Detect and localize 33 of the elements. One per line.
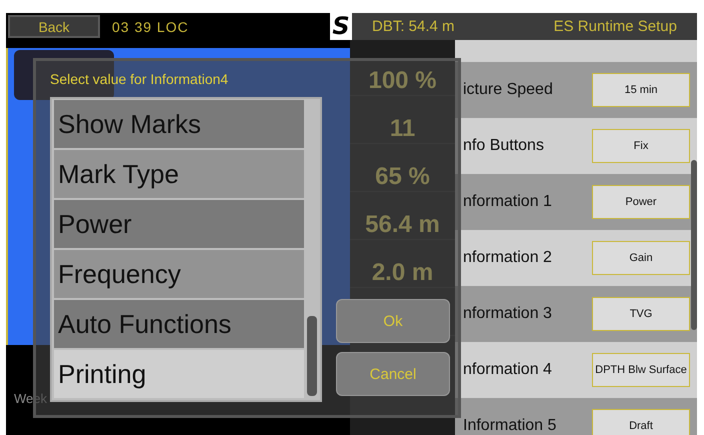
- option-item[interactable]: Printing: [54, 350, 304, 398]
- info-value: 100 %: [368, 67, 437, 95]
- option-item[interactable]: Power: [54, 200, 304, 248]
- setting-label: nformation 4: [463, 361, 552, 379]
- setting-value-button[interactable]: Gain: [592, 241, 690, 275]
- setting-label: icture Speed: [463, 81, 553, 99]
- setting-value-button[interactable]: 15 min: [592, 73, 690, 107]
- logo: S: [330, 13, 352, 40]
- setting-value-button[interactable]: Fix: [592, 129, 690, 163]
- info-value: 11: [390, 115, 416, 143]
- option-item[interactable]: Mark Type: [54, 150, 304, 198]
- setting-label: nformation 3: [463, 305, 552, 323]
- setting-label: nformation 2: [463, 249, 552, 267]
- setting-value-button[interactable]: Draft: [592, 409, 690, 435]
- dialog-title: Select value for Information4: [50, 71, 228, 87]
- depth-readout: DBT: 54.4 m: [372, 18, 455, 35]
- back-button[interactable]: Back: [8, 15, 100, 38]
- scrollbar[interactable]: [691, 160, 697, 330]
- setting-value-button[interactable]: Power: [592, 185, 690, 219]
- scrollbar-thumb[interactable]: [307, 316, 317, 396]
- info-value: 56.4 m: [365, 211, 440, 239]
- setting-label: Information 5: [463, 417, 556, 435]
- time-readout: 03 39 LOC: [112, 18, 190, 34]
- option-item[interactable]: Show Marks: [54, 100, 304, 148]
- option-item[interactable]: Frequency: [54, 250, 304, 298]
- setting-label: nformation 1: [463, 193, 552, 211]
- setting-value-button[interactable]: TVG: [592, 297, 690, 331]
- setting-value-button[interactable]: DPTH Blw Surface: [592, 353, 690, 387]
- info-value: 2.0 m: [372, 259, 434, 287]
- setting-label: nfo Buttons: [463, 137, 544, 155]
- info-value: 65 %: [375, 163, 430, 191]
- screen-title: ES Runtime Setup: [554, 18, 677, 35]
- option-item[interactable]: Auto Functions: [54, 300, 304, 348]
